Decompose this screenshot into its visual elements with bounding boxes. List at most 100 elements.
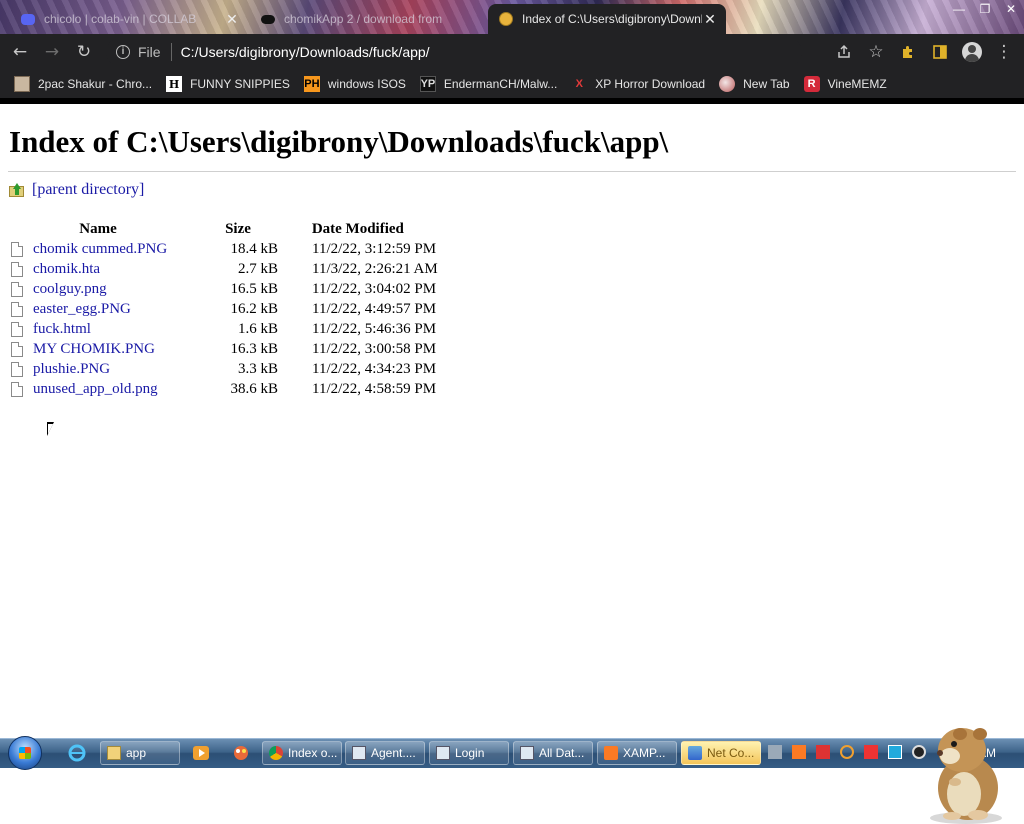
tab-title: Index of C:\Users\digibrony\Downloads — [522, 12, 702, 26]
bookmark-label: EndermanCH/Malw... — [443, 77, 558, 91]
table-row: easter_egg.PNG 16.2 kB 11/2/22, 4:49:57 PM — [8, 299, 438, 319]
bookmark-2pac[interactable]: 2pac Shakur - Chro... — [14, 76, 152, 92]
task-label: Login — [455, 746, 485, 760]
column-header-size[interactable]: Size — [188, 219, 278, 239]
table-header-row: Name Size Date Modified — [8, 219, 438, 239]
yp-icon: YP — [419, 76, 436, 92]
task-app-folder[interactable]: app — [100, 741, 180, 765]
file-link[interactable]: chomik.hta — [33, 261, 100, 278]
task-chrome-index[interactable]: Index o... — [262, 741, 342, 765]
file-link[interactable]: chomik cummed.PNG — [33, 241, 167, 258]
close-tab-icon[interactable]: ✕ — [224, 11, 240, 28]
table-row: unused_app_old.png 38.6 kB 11/2/22, 4:58:5… — [8, 379, 438, 399]
tab-discord[interactable]: chicolo | colab-vin | COLLAB ✕ — [10, 4, 248, 34]
column-header-date[interactable]: Date Modified — [278, 219, 438, 239]
close-window-icon[interactable]: ✕ — [998, 0, 1024, 20]
file-link[interactable]: fuck.html — [33, 321, 91, 338]
cloud-icon — [260, 11, 276, 27]
start-button[interactable] — [8, 736, 42, 770]
file-link[interactable]: easter_egg.PNG — [33, 301, 131, 318]
bookmark-label: FUNNY SNIPPIES — [190, 77, 290, 91]
bookmark-label: New Tab — [743, 77, 790, 91]
file-icon — [11, 381, 23, 397]
file-link[interactable]: plushie.PNG — [33, 361, 110, 378]
task-xampp[interactable]: XAMP... — [597, 741, 677, 765]
task-label: Agent.... — [371, 746, 416, 760]
file-size-cell: 16.2 kB — [230, 300, 278, 317]
tray-monitor-icon[interactable] — [888, 745, 902, 759]
file-name-cell: chomik cummed.PNG — [8, 239, 188, 259]
task-login[interactable]: Login — [429, 741, 509, 765]
tab-title: chicolo | colab-vin | COLLAB — [44, 12, 197, 26]
tray-flag-icon[interactable] — [864, 745, 878, 759]
tray-check-icon[interactable] — [816, 745, 830, 759]
close-tab-icon[interactable]: ✕ — [702, 11, 718, 28]
file-table: Name Size Date Modified chomik cummed.PN… — [8, 219, 438, 399]
file-name-cell: easter_egg.PNG — [8, 299, 188, 319]
bookmark-star-icon[interactable]: ☆ — [860, 36, 892, 68]
extensions-puzzle-icon[interactable] — [892, 36, 924, 68]
task-label: app — [126, 746, 147, 760]
reload-button[interactable]: ↻ — [68, 36, 100, 68]
restore-icon[interactable]: ❐ — [972, 0, 998, 20]
x-icon: X — [575, 78, 583, 90]
bookmark-label: 2pac Shakur - Chro... — [38, 77, 153, 91]
bookmark-xp-horror[interactable]: X XP Horror Download — [571, 76, 706, 92]
file-icon — [11, 361, 23, 377]
profile-button[interactable] — [956, 36, 988, 68]
file-icon — [11, 241, 23, 257]
minimize-icon[interactable]: — — [946, 0, 972, 20]
tab-chomikapp[interactable]: chomikApp 2 / download from — [250, 4, 486, 34]
page-content: Index of C:\Users\digibrony\Downloads\fu… — [0, 104, 1024, 824]
file-link[interactable]: MY CHOMIK.PNG — [33, 341, 155, 358]
file-link[interactable]: coolguy.png — [33, 281, 107, 298]
file-size-cell: 3.3 kB — [237, 360, 278, 377]
internet-explorer-icon[interactable] — [68, 744, 86, 762]
task-all-data[interactable]: All Dat... — [513, 741, 593, 765]
parent-directory-row: [parent directory] — [9, 181, 144, 199]
file-icon — [11, 321, 23, 337]
tray-app-icon[interactable] — [768, 745, 782, 759]
media-player-icon[interactable] — [192, 744, 210, 762]
back-button[interactable]: ← — [4, 36, 36, 68]
address-bar[interactable]: i File C:/Users/digibrony/Downloads/fuck… — [106, 38, 802, 66]
table-row: plushie.PNG 3.3 kB 11/2/22, 4:34:23 PM — [8, 359, 438, 379]
bookmark-windows-isos[interactable]: PH windows ISOS — [303, 76, 406, 92]
bookmark-funny-snippies[interactable]: H FUNNY SNIPPIES — [166, 76, 290, 92]
file-link[interactable]: unused_app_old.png — [33, 381, 158, 398]
parent-directory-link[interactable]: [parent directory] — [32, 181, 144, 199]
toolbar-actions: ☆ ⋮ — [828, 36, 1020, 68]
forward-button[interactable]: → — [36, 36, 68, 68]
folder-up-icon — [9, 182, 24, 198]
file-size-cell: 16.3 kB — [230, 340, 278, 357]
task-net-connection[interactable]: Net Co... — [681, 741, 761, 765]
file-date-cell: 11/2/22, 3:04:02 PM — [312, 280, 437, 297]
browser-toolbar: ← → ↻ i File C:/Users/digibrony/Download… — [0, 34, 1024, 70]
task-label: All Dat... — [539, 746, 585, 760]
page-title: Index of C:\Users\digibrony\Downloads\fu… — [9, 124, 669, 159]
bookmark-new-tab[interactable]: New Tab — [719, 76, 790, 92]
file-icon — [11, 281, 23, 297]
url-text[interactable]: C:/Users/digibrony/Downloads/fuck/app/ — [181, 44, 430, 60]
task-agent[interactable]: Agent.... — [345, 741, 425, 765]
file-name-cell: MY CHOMIK.PNG — [8, 339, 188, 359]
2pac-icon — [14, 76, 30, 92]
tray-search-icon[interactable] — [840, 745, 854, 759]
paint-icon[interactable] — [232, 744, 250, 762]
share-icon[interactable] — [828, 36, 860, 68]
task-label: Net Co... — [707, 746, 755, 760]
file-date-cell: 11/2/22, 3:12:59 PM — [312, 240, 437, 257]
side-panel-icon[interactable] — [924, 36, 956, 68]
bookmark-vinememz[interactable]: R VineMEMZ — [803, 76, 887, 92]
window-icon — [436, 746, 450, 760]
column-header-name[interactable]: Name — [8, 219, 188, 239]
bookmark-endermanch[interactable]: YP EndermanCH/Malw... — [419, 76, 558, 92]
file-size-cell: 18.4 kB — [230, 240, 278, 257]
tab-index-active[interactable]: Index of C:\Users\digibrony\Downloads ✕ — [488, 4, 726, 34]
task-label: Index o... — [288, 746, 338, 760]
tray-xampp-icon[interactable] — [792, 745, 806, 759]
info-icon[interactable]: i — [116, 45, 130, 59]
mouse-cursor — [47, 422, 54, 436]
task-label: XAMP... — [623, 746, 666, 760]
menu-kebab-icon[interactable]: ⋮ — [988, 36, 1020, 68]
